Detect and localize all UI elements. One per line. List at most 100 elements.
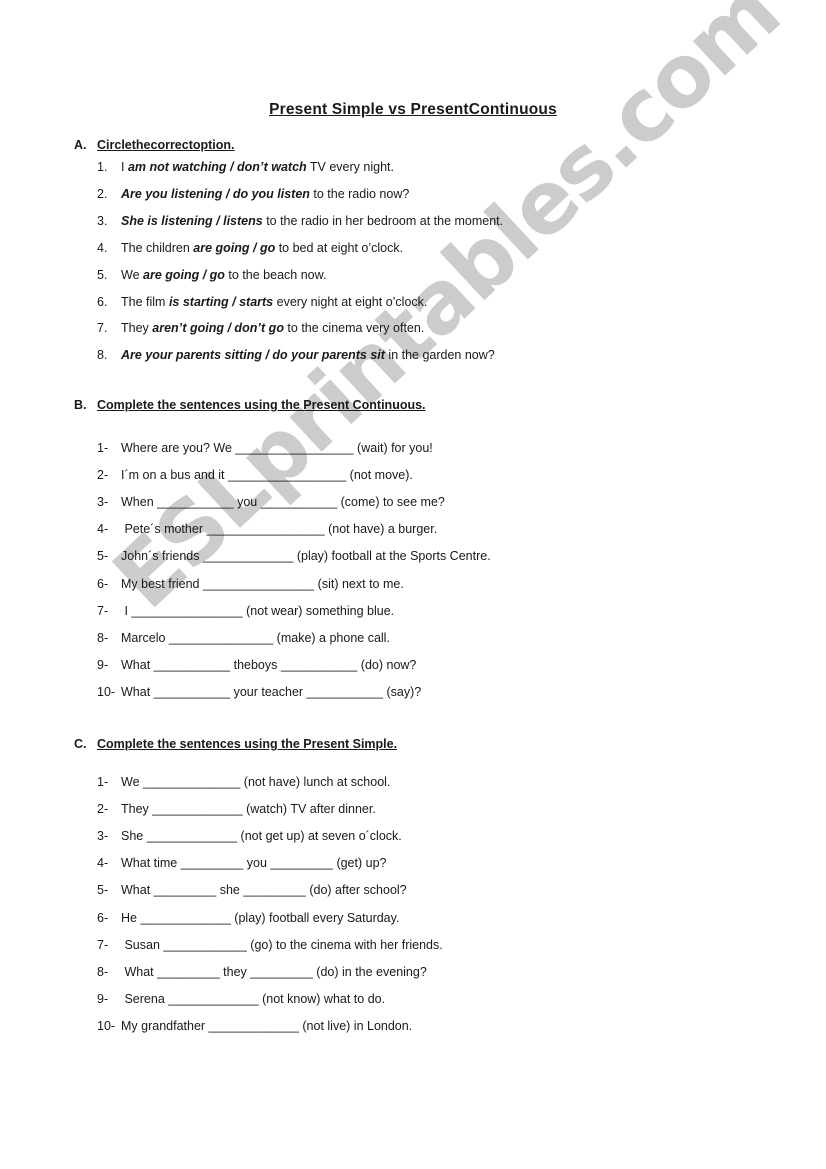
item-text: TV every night. bbox=[306, 160, 394, 174]
item-number: 1. bbox=[97, 160, 108, 174]
list-item: 3- When ___________ you ___________ (come… bbox=[97, 495, 445, 509]
list-item: 6- My best friend ________________ (sit) … bbox=[97, 577, 404, 591]
item-text: When ___________ you ___________ (come) … bbox=[121, 495, 445, 510]
item-number: 9- bbox=[97, 657, 109, 672]
list-item: 4- Pete´s mother _________________ (not … bbox=[97, 522, 437, 536]
list-item: 8- Marcelo _______________ (make) a phone… bbox=[97, 631, 390, 645]
item-text: to the beach now. bbox=[224, 267, 327, 282]
item-text: I´m on a bus and it _________________ (n… bbox=[121, 468, 413, 483]
item-number: 7- bbox=[97, 937, 109, 952]
item-number: 3- bbox=[97, 495, 109, 510]
item-text: every night at eight o’clock. bbox=[273, 294, 428, 309]
list-item: 1- We ______________ (not have) lunch at … bbox=[97, 775, 390, 789]
list-item: 8. Are your parents sitting / do your par… bbox=[97, 348, 495, 362]
section-c-heading: C. Complete the sentences using the Prese… bbox=[74, 737, 397, 751]
answer-options: She is listening / listens bbox=[121, 213, 263, 228]
item-text: I bbox=[121, 160, 128, 174]
page-title-text: Present Simple vs PresentContinuous bbox=[269, 101, 557, 118]
item-text: to bed at eight o’clock. bbox=[275, 240, 404, 255]
item-number: 3. bbox=[97, 213, 108, 228]
item-text: My grandfather _____________ (not live) … bbox=[121, 1018, 413, 1033]
section-a-heading: A. Circlethecorrectoption. bbox=[74, 138, 235, 152]
worksheet-page: ESLprintables.com Present Simple vs Pres… bbox=[0, 0, 826, 1169]
item-text: Where are you? We _________________ (wai… bbox=[121, 441, 433, 455]
list-item: 1- Where are you? We _________________ (w… bbox=[97, 441, 433, 455]
item-text: to the radio in her bedroom at the momen… bbox=[262, 213, 504, 228]
list-item: 3- She _____________ (not get up) at seve… bbox=[97, 829, 402, 843]
section-letter: A. bbox=[74, 138, 87, 152]
item-number: 5. bbox=[97, 267, 108, 282]
list-item: 5- John´s friends _____________ (play) fo… bbox=[97, 549, 491, 563]
answer-options: Are you listening / do you listen bbox=[121, 186, 310, 201]
item-text: Marcelo _______________ (make) a phone c… bbox=[121, 630, 390, 645]
item-text: Serena _____________ (not know) what to … bbox=[121, 991, 386, 1006]
list-item: 10- My grandfather _____________ (not liv… bbox=[97, 1019, 412, 1033]
item-number: 6. bbox=[97, 294, 108, 309]
item-number: 6- bbox=[97, 910, 109, 925]
list-item: 5- What _________ she _________ (do) afte… bbox=[97, 883, 407, 897]
list-item: 4. The children are going / go to bed at … bbox=[97, 241, 403, 255]
item-text: What ___________ theboys ___________ (do… bbox=[121, 657, 417, 672]
item-number: 4. bbox=[97, 240, 108, 255]
answer-options: am not watching / don’t watch bbox=[127, 160, 307, 174]
item-text: We bbox=[121, 267, 143, 282]
item-text: The children bbox=[121, 240, 194, 255]
list-item: 7- Susan ____________ (go) to the cinema… bbox=[97, 938, 443, 952]
list-item: 9- What ___________ theboys ___________ (… bbox=[97, 658, 416, 672]
item-text: What time _________ you _________ (get) … bbox=[121, 856, 387, 871]
item-number: 8. bbox=[97, 348, 108, 363]
item-text: They _____________ (watch) TV after dinn… bbox=[121, 802, 376, 817]
item-number: 9- bbox=[97, 991, 109, 1006]
list-item: 7- I ________________ (not wear) somethi… bbox=[97, 604, 394, 618]
page-title: Present Simple vs PresentContinuous bbox=[0, 101, 826, 119]
list-item: 10- What ___________ your teacher _______… bbox=[97, 685, 421, 699]
item-text: What _________ they _________ (do) in th… bbox=[121, 964, 427, 979]
answer-options: aren’t going / don’t go bbox=[152, 321, 284, 336]
section-letter: C. bbox=[74, 737, 87, 751]
list-item: 2- They _____________ (watch) TV after di… bbox=[97, 802, 376, 816]
item-text: My best friend ________________ (sit) ne… bbox=[121, 576, 404, 591]
item-number: 5- bbox=[97, 549, 109, 564]
section-b-heading: B. Complete the sentences using the Prese… bbox=[74, 398, 426, 412]
section-instruction: Complete the sentences using the Present… bbox=[97, 737, 398, 751]
list-item: 6- He _____________ (play) football every… bbox=[97, 911, 399, 925]
item-number: 8- bbox=[97, 630, 109, 645]
list-item: 1. I am not watching / don’t watch TV eve… bbox=[97, 160, 394, 174]
list-item: 5. We are going / go to the beach now. bbox=[97, 268, 326, 282]
item-text: to the cinema very often. bbox=[283, 321, 425, 336]
list-item: 2- I´m on a bus and it _________________ … bbox=[97, 468, 413, 482]
item-number: 10- bbox=[97, 684, 116, 699]
item-text: to the radio now? bbox=[309, 186, 410, 201]
item-text: What _________ she _________ (do) after … bbox=[121, 883, 407, 898]
list-item: 7. They aren’t going / don’t go to the ci… bbox=[97, 321, 424, 335]
list-item: 8- What _________ they _________ (do) in… bbox=[97, 965, 427, 979]
answer-options: is starting / starts bbox=[168, 294, 274, 309]
section-instruction: Circlethecorrectoption. bbox=[97, 138, 235, 152]
item-text: The film bbox=[121, 294, 169, 309]
item-text: They bbox=[121, 321, 153, 336]
item-number: 7. bbox=[97, 321, 108, 336]
answer-options: Are your parents sitting / do your paren… bbox=[121, 348, 385, 363]
item-number: 5- bbox=[97, 883, 109, 898]
item-text: Susan ____________ (go) to the cinema wi… bbox=[121, 937, 443, 952]
item-number: 8- bbox=[97, 964, 109, 979]
item-number: 2. bbox=[97, 186, 108, 201]
item-number: 10- bbox=[97, 1018, 116, 1033]
item-text: We ______________ (not have) lunch at sc… bbox=[121, 775, 391, 789]
item-text: She _____________ (not get up) at seven … bbox=[121, 829, 402, 844]
item-text: I ________________ (not wear) something … bbox=[121, 603, 395, 618]
item-number: 2- bbox=[97, 802, 109, 817]
list-item: 2. Are you listening / do you listen to t… bbox=[97, 187, 409, 201]
list-item: 3. She is listening / listens to the radi… bbox=[97, 214, 503, 228]
section-letter: B. bbox=[74, 398, 87, 412]
item-number: 2- bbox=[97, 468, 109, 483]
item-number: 4- bbox=[97, 856, 109, 871]
item-number: 3- bbox=[97, 829, 109, 844]
answer-options: are going / go bbox=[193, 240, 276, 255]
list-item: 6. The film is starting / starts every ni… bbox=[97, 295, 427, 309]
item-number: 7- bbox=[97, 603, 109, 618]
item-text: What ___________ your teacher __________… bbox=[121, 684, 422, 699]
item-number: 1- bbox=[97, 775, 109, 789]
list-item: 4- What time _________ you _________ (get… bbox=[97, 856, 386, 870]
answer-options: are going / go bbox=[143, 267, 225, 282]
